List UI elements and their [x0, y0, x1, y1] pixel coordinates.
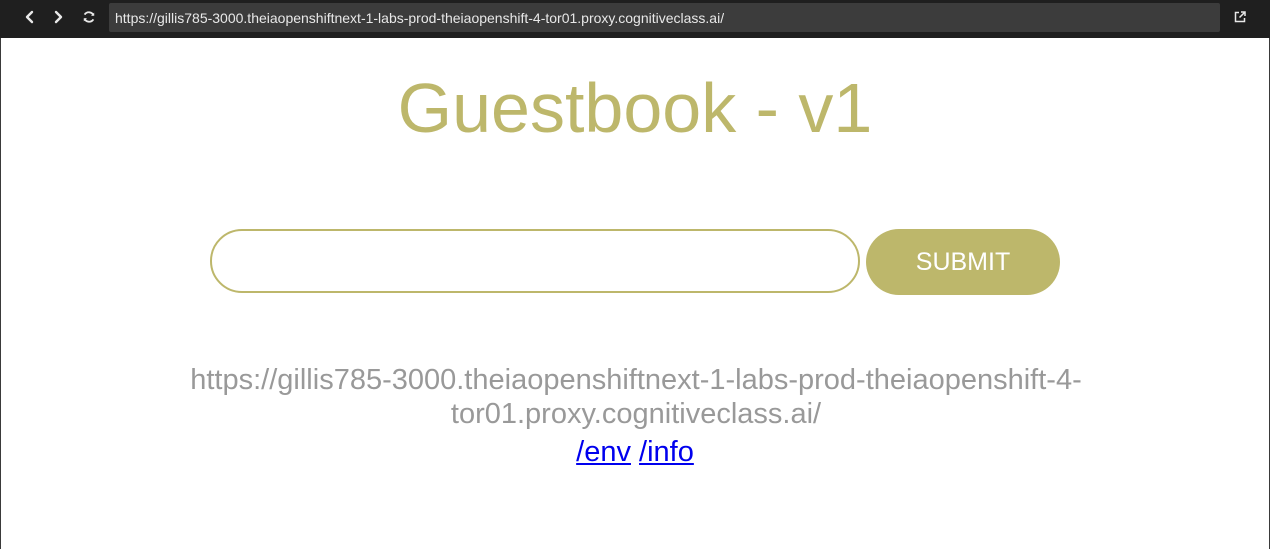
info-link[interactable]: /info [639, 436, 694, 468]
reload-icon [83, 11, 95, 23]
chevron-right-icon [54, 10, 63, 24]
page-content: Guestbook - v1 SUBMIT https://gillis785-… [0, 38, 1270, 549]
guestbook-entry-input[interactable] [210, 229, 860, 293]
host-url-text: https://gillis785-3000.theiaopenshiftnex… [190, 364, 1082, 430]
chevron-left-icon [25, 10, 34, 24]
forward-button[interactable] [46, 6, 70, 28]
page-title: Guestbook - v1 [397, 69, 873, 147]
browser-toolbar: https://gillis785-3000.theiaopenshiftnex… [0, 0, 1270, 38]
open-external-icon [1234, 11, 1246, 23]
submit-button[interactable]: SUBMIT [866, 229, 1060, 295]
url-text: https://gillis785-3000.theiaopenshiftnex… [115, 9, 725, 26]
info-links: /env /info [1, 435, 1269, 469]
open-external-button[interactable] [1228, 6, 1252, 28]
env-link[interactable]: /env [576, 436, 631, 468]
url-bar[interactable]: https://gillis785-3000.theiaopenshiftnex… [109, 3, 1220, 32]
back-button[interactable] [18, 6, 42, 28]
reload-button[interactable] [77, 6, 101, 28]
